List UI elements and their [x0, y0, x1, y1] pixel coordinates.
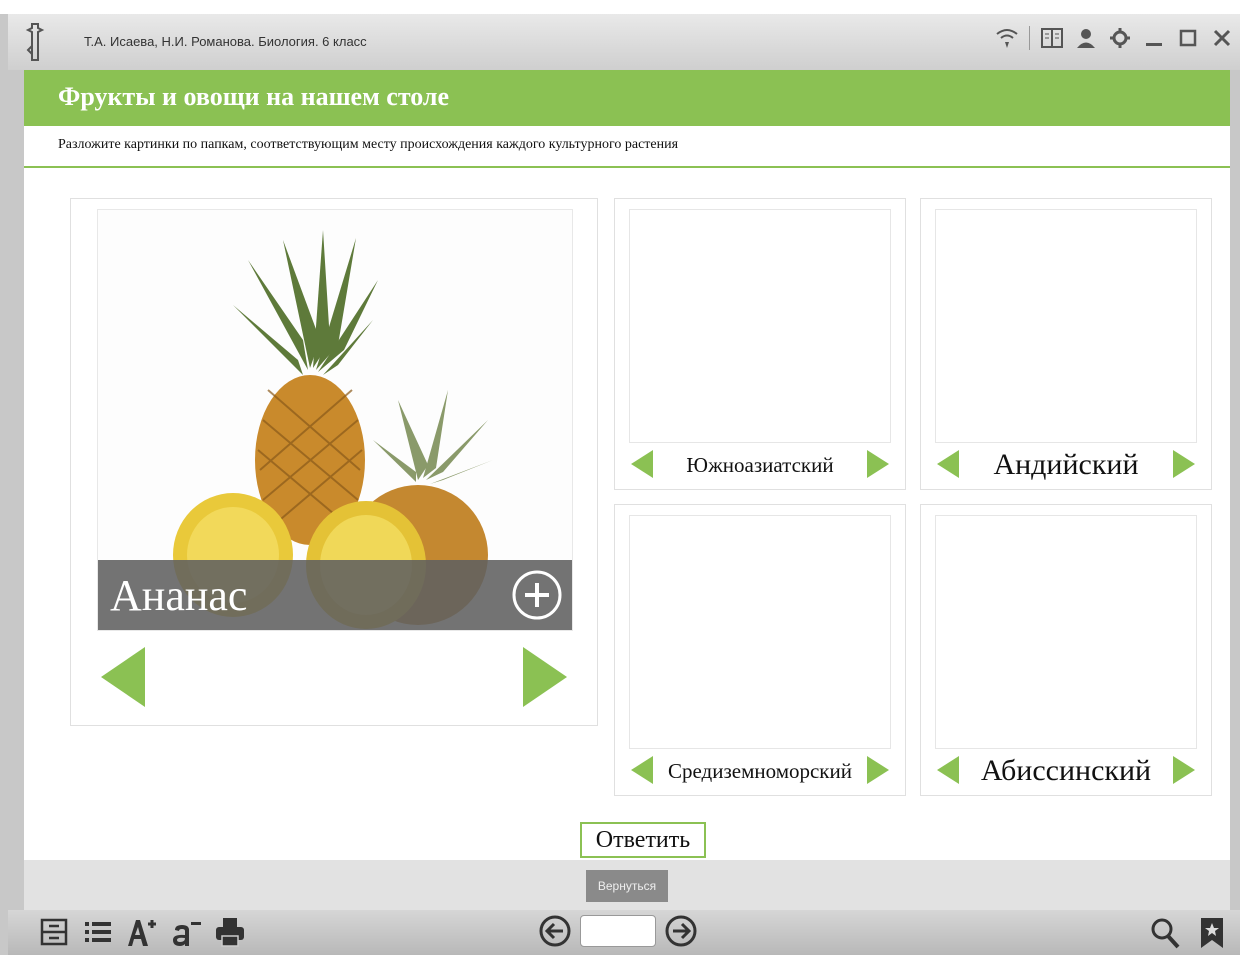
add-plus-icon[interactable]: [510, 568, 564, 622]
app-window: Т.А. Исаева, Н.И. Романова. Биология. 6 …: [0, 0, 1240, 955]
close-icon[interactable]: [1210, 26, 1234, 50]
font-increase-icon[interactable]: [126, 916, 158, 948]
back-button[interactable]: Вернуться: [586, 870, 668, 902]
folder-south-asian[interactable]: Южноазиатский: [614, 198, 906, 490]
lesson-title: Фрукты и овощи на нашем столе: [58, 82, 450, 111]
folder-label: Средиземноморский: [667, 759, 852, 783]
picture-card: Ананас: [70, 198, 598, 726]
pineapple-image[interactable]: Ананас: [97, 209, 573, 631]
folder-prev-arrow-icon[interactable]: [629, 449, 655, 479]
card-caption: Ананас: [110, 571, 248, 620]
maximize-icon[interactable]: [1176, 26, 1200, 50]
minimize-icon[interactable]: [1142, 26, 1166, 50]
back-strip: Вернуться: [24, 860, 1230, 910]
bottom-toolbar: [8, 910, 1240, 955]
book-icon[interactable]: [1040, 26, 1064, 50]
folder-nav: Андийский: [921, 445, 1211, 485]
lesson-content: Фрукты и овощи на нашем столе Разложите …: [24, 70, 1230, 860]
previous-card-arrow-icon[interactable]: [97, 645, 149, 709]
contents-icon[interactable]: [38, 916, 70, 948]
folder-label: Южноазиатский: [686, 453, 834, 477]
caption-bar: Ананас: [98, 560, 572, 630]
folder-prev-arrow-icon[interactable]: [935, 449, 961, 479]
print-icon[interactable]: [214, 916, 246, 948]
user-icon[interactable]: [1074, 26, 1098, 50]
next-page-icon[interactable]: [664, 914, 698, 948]
bookmark-icon[interactable]: [1198, 916, 1226, 950]
folder-drop-area[interactable]: [935, 515, 1197, 749]
font-decrease-icon[interactable]: [170, 916, 202, 948]
folder-label: Абиссинский: [980, 754, 1152, 787]
lesson-header: Фрукты и овощи на нашем столе: [24, 70, 1230, 126]
app-logo-icon: [25, 23, 45, 61]
window-title: Т.А. Исаева, Н.И. Романова. Биология. 6 …: [84, 34, 367, 49]
folder-drop-area[interactable]: [629, 209, 891, 443]
folder-andean[interactable]: Андийский: [920, 198, 1212, 490]
folder-next-arrow-icon[interactable]: [1171, 449, 1197, 479]
gear-icon[interactable]: [1108, 26, 1132, 50]
instruction-text: Разложите картинки по папкам, соответств…: [58, 137, 679, 152]
folder-next-arrow-icon[interactable]: [865, 449, 891, 479]
answer-button[interactable]: Ответить: [580, 822, 706, 858]
folder-next-arrow-icon[interactable]: [865, 755, 891, 785]
folder-nav: Южноазиатский: [615, 445, 905, 485]
folder-nav: Средиземноморский: [615, 751, 905, 791]
title-bar: Т.А. Исаева, Н.И. Романова. Биология. 6 …: [8, 14, 1240, 70]
folder-mediterranean[interactable]: Средиземноморский: [614, 504, 906, 796]
folder-drop-area[interactable]: [629, 515, 891, 749]
instruction-bar: Разложите картинки по папкам, соответств…: [24, 126, 1230, 168]
folder-nav: Абиссинский: [921, 751, 1211, 791]
list-icon[interactable]: [82, 916, 114, 948]
search-icon[interactable]: [1150, 917, 1180, 949]
folder-label: Андийский: [993, 448, 1139, 481]
folder-next-arrow-icon[interactable]: [1171, 755, 1197, 785]
wifi-icon[interactable]: [995, 26, 1019, 50]
page-number-input[interactable]: [580, 915, 656, 947]
prev-page-icon[interactable]: [538, 914, 572, 948]
toolbar-separator: [1029, 26, 1030, 50]
folder-abyssinian[interactable]: Абиссинский: [920, 504, 1212, 796]
folder-prev-arrow-icon[interactable]: [935, 755, 961, 785]
top-margin: [0, 0, 1240, 14]
next-card-arrow-icon[interactable]: [519, 645, 571, 709]
folder-drop-area[interactable]: [935, 209, 1197, 443]
